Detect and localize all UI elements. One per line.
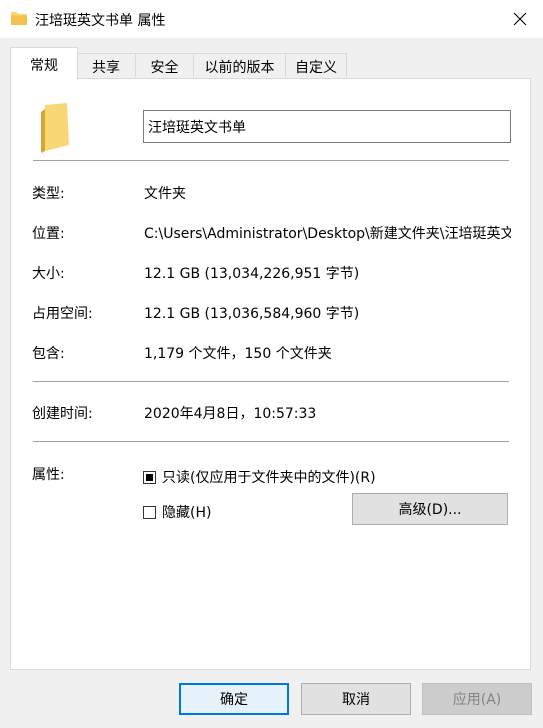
tab-customize[interactable]: 自定义 xyxy=(285,53,347,77)
attributes-label: 属性: xyxy=(32,467,65,483)
general-panel: 类型: 文件夹 位置: C:\Users\Administrator\Deskt… xyxy=(10,78,531,670)
close-icon xyxy=(513,12,527,26)
hidden-checkbox[interactable] xyxy=(143,505,156,519)
location-label: 位置: xyxy=(32,226,65,242)
tab-previous-versions[interactable]: 以前的版本 xyxy=(193,53,286,77)
folder-name-input[interactable] xyxy=(143,110,511,143)
advanced-button[interactable]: 高级(D)... xyxy=(352,493,508,525)
indeterminate-mark xyxy=(146,473,153,481)
title-bar: 汪培珽英文书单 属性 xyxy=(0,0,543,38)
apply-button[interactable]: 应用(A) xyxy=(422,683,532,715)
contains-label: 包含: xyxy=(32,346,65,362)
separator xyxy=(33,160,509,161)
location-value: C:\Users\Administrator\Desktop\新建文件夹\汪培珽… xyxy=(144,226,511,242)
folder-icon xyxy=(11,12,27,25)
tab-general[interactable]: 常规 xyxy=(10,47,78,80)
size-on-disk-value: 12.1 GB (13,036,584,960 字节) xyxy=(144,306,360,322)
tab-sharing[interactable]: 共享 xyxy=(76,53,136,77)
cancel-button[interactable]: 取消 xyxy=(301,683,411,715)
separator xyxy=(33,441,509,442)
size-label: 大小: xyxy=(32,266,65,282)
size-on-disk-label: 占用空间: xyxy=(32,306,93,322)
ok-button[interactable]: 确定 xyxy=(179,683,289,715)
folder-icon xyxy=(41,103,69,153)
type-value: 文件夹 xyxy=(144,186,186,202)
type-label: 类型: xyxy=(32,186,65,202)
tab-security[interactable]: 安全 xyxy=(135,53,194,77)
window-title: 汪培珽英文书单 属性 xyxy=(35,13,166,29)
close-button[interactable] xyxy=(497,0,543,38)
readonly-checkbox-label: 只读(仅应用于文件夹中的文件)(R) xyxy=(162,470,376,486)
size-value: 12.1 GB (13,034,226,951 字节) xyxy=(144,266,360,282)
separator xyxy=(33,381,509,382)
hidden-checkbox-row[interactable]: 隐藏(H) xyxy=(143,502,211,522)
created-value: 2020年4月8日，10:57:33 xyxy=(144,406,317,422)
readonly-checkbox[interactable] xyxy=(143,470,156,484)
readonly-checkbox-row[interactable]: 只读(仅应用于文件夹中的文件)(R) xyxy=(143,467,376,487)
created-label: 创建时间: xyxy=(32,406,93,422)
hidden-checkbox-label: 隐藏(H) xyxy=(162,505,212,521)
contains-value: 1,179 个文件，150 个文件夹 xyxy=(144,346,332,362)
